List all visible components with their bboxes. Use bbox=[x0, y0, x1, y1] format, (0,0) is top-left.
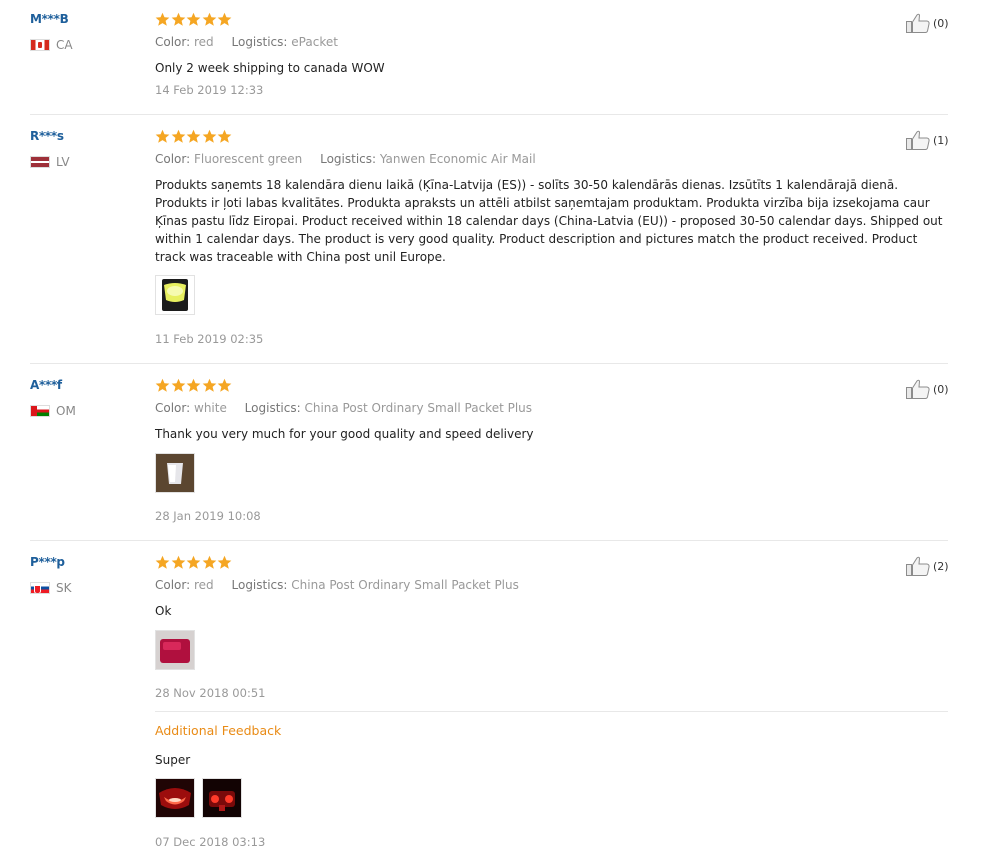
review-attributes: Color: red Logistics: ePacket bbox=[155, 35, 338, 49]
star-icon bbox=[217, 378, 233, 393]
review-date: 14 Feb 2019 12:33 bbox=[155, 83, 264, 97]
star-icon bbox=[202, 12, 218, 27]
helpful-count: (0) bbox=[933, 382, 949, 396]
star-icon bbox=[171, 129, 187, 144]
flag-ca-icon bbox=[30, 39, 50, 51]
divider bbox=[155, 711, 948, 712]
review-text: Produkts saņemts 18 kalendāra dienu laik… bbox=[155, 178, 943, 264]
star-icon bbox=[155, 555, 171, 570]
review-attributes: Color: white Logistics: China Post Ordin… bbox=[155, 401, 533, 415]
rating-stars bbox=[155, 12, 233, 27]
star-icon bbox=[155, 129, 171, 144]
review-attributes: Color: Fluorescent green Logistics: Yanw… bbox=[155, 152, 536, 166]
helpful-button[interactable]: (0) bbox=[906, 379, 949, 399]
country-code: OM bbox=[56, 404, 76, 418]
additional-photo[interactable] bbox=[202, 778, 242, 818]
rating-stars bbox=[155, 378, 233, 393]
review-photo[interactable] bbox=[155, 275, 195, 315]
country-code: CA bbox=[56, 38, 73, 52]
thumbs-up-icon bbox=[906, 130, 933, 150]
star-icon bbox=[217, 555, 233, 570]
logistics-value: China Post Ordinary Small Packet Plus bbox=[291, 578, 519, 592]
helpful-button[interactable]: (2) bbox=[906, 556, 949, 576]
thumbs-up-icon bbox=[906, 556, 933, 576]
rating-stars bbox=[155, 555, 233, 570]
star-icon bbox=[171, 378, 187, 393]
review-text: Thank you very much for your good qualit… bbox=[155, 427, 534, 441]
review-date: 11 Feb 2019 02:35 bbox=[155, 332, 264, 346]
reviewer-country: LV bbox=[30, 155, 70, 169]
review-date: 28 Nov 2018 00:51 bbox=[155, 686, 266, 700]
helpful-button[interactable]: (1) bbox=[906, 130, 949, 150]
star-icon bbox=[217, 12, 233, 27]
reviewer-name[interactable]: M***B bbox=[30, 12, 69, 26]
reviewer-country: SK bbox=[30, 581, 72, 595]
star-icon bbox=[202, 378, 218, 393]
star-icon bbox=[202, 129, 218, 144]
star-icon bbox=[171, 12, 187, 27]
reviewer-name[interactable]: A***f bbox=[30, 378, 62, 392]
star-icon bbox=[155, 378, 171, 393]
review-date: 28 Jan 2019 10:08 bbox=[155, 509, 261, 523]
star-icon bbox=[171, 555, 187, 570]
thumbs-up-icon bbox=[906, 13, 933, 33]
star-icon bbox=[186, 378, 202, 393]
color-value: Fluorescent green bbox=[194, 152, 303, 166]
color-value: red bbox=[194, 35, 214, 49]
star-icon bbox=[155, 12, 171, 27]
review-photo[interactable] bbox=[155, 453, 195, 493]
country-code: LV bbox=[56, 155, 70, 169]
country-code: SK bbox=[56, 581, 72, 595]
review-text: Only 2 week shipping to canada WOW bbox=[155, 61, 385, 75]
reviewer-country: CA bbox=[30, 38, 73, 52]
additional-feedback-text: Super bbox=[155, 753, 191, 767]
thumbs-up-icon bbox=[906, 379, 933, 399]
star-icon bbox=[217, 129, 233, 144]
color-value: red bbox=[194, 578, 214, 592]
flag-lv-icon bbox=[30, 156, 50, 168]
flag-sk-icon bbox=[30, 582, 50, 594]
star-icon bbox=[202, 555, 218, 570]
reviewer-name[interactable]: R***s bbox=[30, 129, 64, 143]
additional-feedback-date: 07 Dec 2018 03:13 bbox=[155, 835, 266, 849]
helpful-button[interactable]: (0) bbox=[906, 13, 949, 33]
reviewer-country: OM bbox=[30, 404, 76, 418]
divider bbox=[30, 114, 948, 115]
logistics-value: ePacket bbox=[291, 35, 338, 49]
divider bbox=[30, 363, 948, 364]
flag-om-icon bbox=[30, 405, 50, 417]
logistics-value: China Post Ordinary Small Packet Plus bbox=[304, 401, 533, 415]
rating-stars bbox=[155, 129, 233, 144]
logistics-value: Yanwen Economic Air Mail bbox=[379, 152, 536, 166]
divider bbox=[30, 540, 948, 541]
color-value: white bbox=[194, 401, 227, 415]
review-attributes: Color: red Logistics: China Post Ordinar… bbox=[155, 578, 519, 592]
additional-feedback-title: Additional Feedback bbox=[155, 723, 282, 738]
helpful-count: (0) bbox=[933, 16, 949, 30]
reviewer-name[interactable]: P***p bbox=[30, 555, 65, 569]
review-text: Ok bbox=[155, 604, 172, 618]
star-icon bbox=[186, 129, 202, 144]
star-icon bbox=[186, 555, 202, 570]
review-photo[interactable] bbox=[155, 630, 195, 670]
additional-photo[interactable] bbox=[155, 778, 195, 818]
star-icon bbox=[186, 12, 202, 27]
helpful-count: (2) bbox=[933, 559, 949, 573]
helpful-count: (1) bbox=[933, 133, 949, 147]
